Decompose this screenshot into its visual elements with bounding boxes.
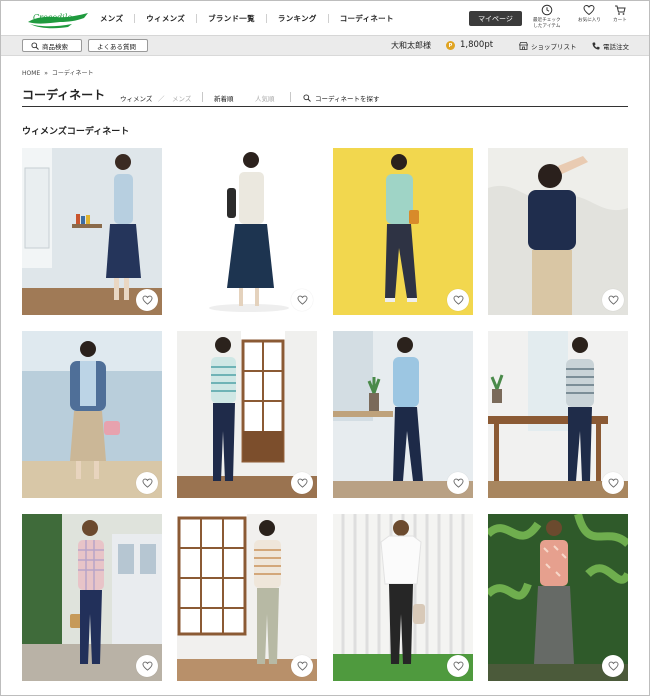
clock-icon bbox=[541, 4, 553, 16]
favorite-button[interactable] bbox=[291, 289, 313, 311]
sort-popular-tab[interactable]: 人気順 bbox=[255, 93, 275, 103]
coordinate-card[interactable] bbox=[488, 514, 628, 681]
coordinate-card[interactable] bbox=[488, 148, 628, 315]
heart-icon bbox=[583, 4, 595, 16]
breadcrumb-current: コーディネート bbox=[51, 70, 94, 77]
heart-icon bbox=[452, 295, 464, 305]
favorite-button[interactable] bbox=[602, 472, 624, 494]
heart-icon bbox=[607, 661, 619, 671]
coordinate-search-link[interactable]: コーディネートを探す bbox=[303, 93, 380, 103]
filter-divider bbox=[202, 92, 203, 102]
heart-icon bbox=[452, 661, 464, 671]
title-underline bbox=[22, 106, 628, 107]
filter-women-tab[interactable]: ウィメンズ bbox=[120, 93, 152, 103]
site-header: Crocodile メンズ ウィメンズ ブランド一覧 ランキング コーディネート… bbox=[1, 1, 649, 36]
coordinate-card[interactable] bbox=[488, 331, 628, 498]
cart-label: カート bbox=[613, 18, 627, 23]
page-title: コーディネート bbox=[22, 88, 106, 102]
breadcrumb-home[interactable]: HOME bbox=[22, 70, 40, 77]
favorite-button[interactable] bbox=[136, 472, 158, 494]
coordinate-card[interactable] bbox=[333, 148, 473, 315]
heart-icon bbox=[141, 478, 153, 488]
nav-womens[interactable]: ウィメンズ bbox=[134, 14, 196, 23]
logo-text: Crocodile bbox=[33, 13, 72, 22]
breadcrumb-separator: » bbox=[44, 70, 48, 77]
coordinate-card[interactable] bbox=[22, 331, 162, 498]
nav-coordinate[interactable]: コーディネート bbox=[327, 14, 405, 23]
section-title: ウィメンズコーディネート bbox=[22, 127, 130, 137]
search-icon bbox=[303, 94, 311, 102]
cart-link[interactable]: カート bbox=[613, 4, 627, 24]
favorite-button[interactable] bbox=[291, 472, 313, 494]
favorite-button[interactable] bbox=[447, 472, 469, 494]
mypage-button[interactable]: マイページ bbox=[469, 11, 522, 26]
product-search-button[interactable]: 商品検索 bbox=[22, 39, 82, 52]
faq-button[interactable]: よくある質問 bbox=[88, 39, 148, 52]
nav-mens[interactable]: メンズ bbox=[89, 14, 134, 23]
faq-label: よくある質問 bbox=[97, 42, 136, 51]
shop-icon bbox=[519, 42, 528, 50]
favorite-button[interactable] bbox=[136, 289, 158, 311]
nav-brands[interactable]: ブランド一覧 bbox=[196, 14, 266, 23]
search-icon bbox=[31, 41, 39, 50]
coordinate-card[interactable] bbox=[333, 514, 473, 681]
favorite-button[interactable] bbox=[602, 655, 624, 677]
points-coin-icon: P bbox=[446, 41, 455, 50]
recent-label-line2: したアイテム bbox=[533, 24, 561, 29]
heart-icon bbox=[141, 295, 153, 305]
favorite-button[interactable] bbox=[602, 289, 624, 311]
sort-new-tab[interactable]: 新着順 bbox=[214, 93, 234, 103]
recent-items-link[interactable]: 最近チェック したアイテム bbox=[533, 4, 561, 30]
favorite-button[interactable] bbox=[136, 655, 158, 677]
global-nav: メンズ ウィメンズ ブランド一覧 ランキング コーディネート bbox=[89, 1, 405, 36]
coordinate-card[interactable] bbox=[22, 148, 162, 315]
heart-icon bbox=[607, 478, 619, 488]
heart-icon bbox=[141, 661, 153, 671]
filter-men-tab[interactable]: メンズ bbox=[172, 93, 191, 103]
sort-divider bbox=[290, 92, 291, 102]
coordinate-card[interactable] bbox=[177, 331, 317, 498]
phone-order-label: 電話注文 bbox=[603, 43, 629, 51]
utility-bar: 商品検索 よくある質問 大和太郎様 P 1,800pt ショップリスト 電話注文 bbox=[1, 36, 649, 56]
breadcrumb: HOME » コーディネート bbox=[22, 68, 93, 77]
user-name: 大和太郎様 bbox=[391, 41, 431, 50]
favorite-button[interactable] bbox=[291, 655, 313, 677]
heart-icon bbox=[296, 478, 308, 488]
coordinate-card[interactable] bbox=[177, 514, 317, 681]
cart-icon bbox=[614, 5, 626, 15]
nav-ranking[interactable]: ランキング bbox=[265, 14, 328, 23]
crocodile-logo[interactable]: Crocodile bbox=[26, 8, 90, 30]
filter-separator: ／ bbox=[158, 95, 165, 103]
coordinate-search-label: コーディネートを探す bbox=[315, 95, 380, 103]
heart-icon bbox=[452, 478, 464, 488]
favorites-link[interactable]: お気に入り bbox=[578, 4, 601, 24]
phone-icon bbox=[592, 42, 600, 50]
heart-icon bbox=[607, 295, 619, 305]
phone-order-link[interactable]: 電話注文 bbox=[592, 41, 629, 51]
coordinate-card[interactable] bbox=[22, 514, 162, 681]
coordinate-card[interactable] bbox=[333, 331, 473, 498]
favorite-button[interactable] bbox=[447, 655, 469, 677]
favorites-label: お気に入り bbox=[578, 18, 601, 23]
favorite-button[interactable] bbox=[447, 289, 469, 311]
shoplist-label: ショップリスト bbox=[531, 43, 577, 51]
points-balance: 1,800pt bbox=[460, 40, 494, 50]
heart-icon bbox=[296, 661, 308, 671]
shoplist-link[interactable]: ショップリスト bbox=[519, 41, 577, 51]
coordinate-card[interactable] bbox=[177, 148, 317, 315]
product-search-label: 商品検索 bbox=[42, 42, 68, 51]
heart-icon bbox=[296, 295, 308, 305]
